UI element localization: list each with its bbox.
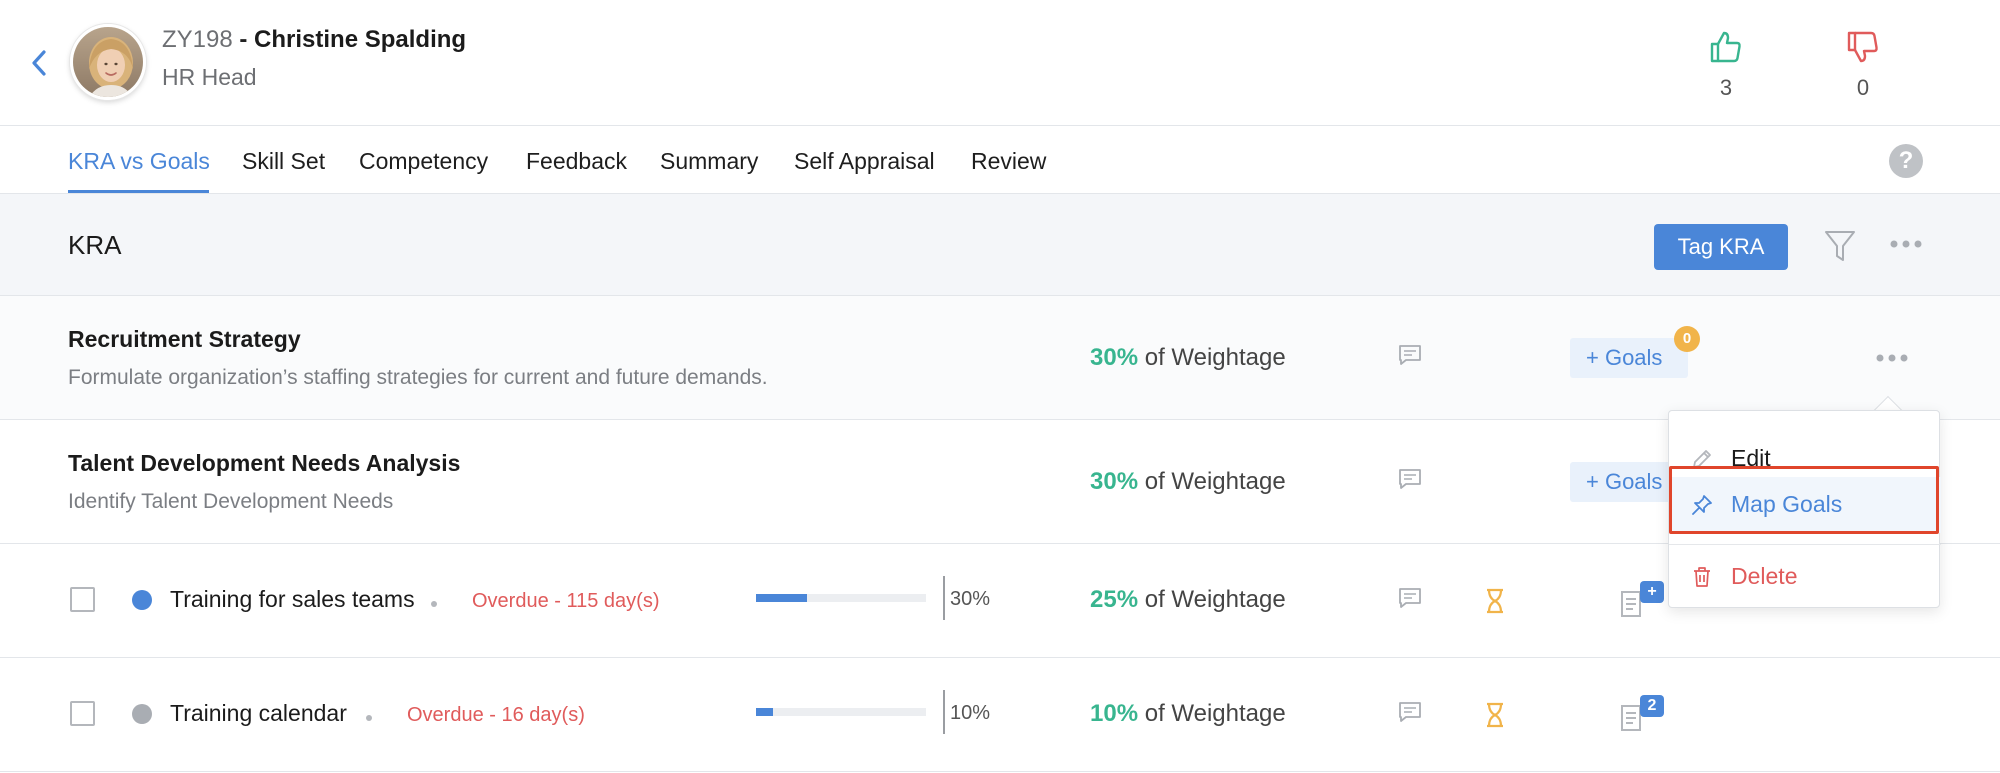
tag-kra-button[interactable]: Tag KRA — [1654, 224, 1788, 270]
comment-icon[interactable] — [1398, 344, 1422, 366]
thumbs-up-icon — [1710, 31, 1741, 63]
menu-divider — [1669, 544, 1941, 545]
progress-divider — [943, 576, 945, 620]
add-goals-button[interactable]: + Goals — [1570, 338, 1688, 378]
hourglass-icon[interactable] — [1484, 702, 1506, 728]
kra-name: Recruitment Strategy — [68, 326, 301, 352]
tab-skill-set[interactable]: Skill Set — [242, 148, 325, 175]
tab-kra-vs-goals[interactable]: KRA vs Goals — [68, 148, 210, 175]
tab-bar: KRA vs Goals Skill Set Competency Feedba… — [0, 126, 2000, 194]
goal-progress-percent: 10% — [950, 702, 991, 724]
back-chevron-icon[interactable] — [28, 48, 50, 78]
overdue-label: Overdue - 16 day(s) — [407, 704, 585, 726]
goal-progress-bar — [756, 594, 926, 602]
goal-weightage: 25% of Weightage — [1090, 586, 1286, 614]
help-icon[interactable]: ? — [1889, 144, 1923, 178]
goal-checkbox[interactable] — [70, 587, 95, 612]
weightage-label: of Weightage — [1138, 344, 1286, 371]
goal-progress-fill — [756, 708, 773, 716]
tab-competency[interactable]: Competency — [359, 148, 488, 175]
employee-title: ZY198 - Christine Spalding — [162, 26, 466, 54]
tab-feedback[interactable]: Feedback — [526, 148, 627, 175]
menu-item-delete[interactable]: Delete — [1669, 549, 1941, 605]
thumbs-down-icon — [1847, 31, 1878, 63]
row-more-options-icon[interactable] — [1874, 350, 1910, 366]
trash-icon — [1694, 567, 1710, 587]
goal-status-dot — [132, 704, 152, 724]
add-document-badge[interactable]: + — [1640, 581, 1664, 603]
menu-label: Map Goals — [1731, 491, 1843, 517]
overdue-label: Overdue - 115 day(s) — [472, 590, 660, 612]
comment-icon[interactable] — [1398, 468, 1422, 490]
comment-icon[interactable] — [1398, 701, 1422, 723]
weightage-label: of Weightage — [1138, 700, 1286, 727]
menu-label: Edit — [1731, 445, 1771, 471]
employee-header: ZY198 - Christine Spalding HR Head 3 0 — [0, 0, 2000, 126]
weightage-percent: 10% — [1090, 700, 1139, 727]
tab-self-appraisal[interactable]: Self Appraisal — [794, 148, 935, 175]
separator-dot — [366, 715, 372, 721]
documents-count-badge[interactable]: 2 — [1640, 695, 1664, 717]
active-tab-indicator — [68, 190, 209, 193]
kra-row: Recruitment Strategy Formulate organizat… — [0, 296, 2000, 420]
weightage-label: of Weightage — [1138, 468, 1286, 495]
progress-divider — [943, 690, 945, 734]
goal-checkbox[interactable] — [70, 701, 95, 726]
like-count: 3 — [1719, 75, 1733, 100]
weightage-percent: 30% — [1090, 344, 1139, 371]
weightage-percent: 30% — [1090, 468, 1139, 495]
goal-progress-bar — [756, 708, 926, 716]
employee-separator: - — [232, 26, 255, 53]
section-title: KRA — [68, 230, 122, 260]
employee-id: ZY198 — [162, 26, 233, 53]
avatar — [70, 24, 146, 100]
kra-toolbar: KRA Tag KRA — [0, 194, 2000, 296]
dislike-count: 0 — [1856, 75, 1870, 100]
menu-label: Delete — [1731, 563, 1798, 589]
menu-item-map-goals[interactable]: Map Goals — [1669, 477, 1941, 533]
employee-role: HR Head — [162, 64, 257, 90]
goal-name[interactable]: Training for sales teams — [170, 586, 415, 613]
like-button[interactable]: 3 — [1696, 30, 1756, 101]
employee-name: Christine Spalding — [254, 26, 467, 53]
pin-icon — [1692, 495, 1712, 515]
more-options-icon[interactable] — [1888, 234, 1924, 254]
goal-row: Training calendar Overdue - 16 day(s) 10… — [0, 658, 2000, 772]
weightage-label: of Weightage — [1138, 586, 1286, 613]
dislike-button[interactable]: 0 — [1833, 30, 1893, 101]
goals-count-badge: 0 — [1674, 326, 1700, 352]
kra-description: Formulate organization’s staffing strate… — [68, 366, 768, 389]
hourglass-icon[interactable] — [1484, 588, 1506, 614]
weightage-percent: 25% — [1090, 586, 1139, 613]
tab-review[interactable]: Review — [971, 148, 1046, 175]
pencil-icon — [1693, 450, 1711, 468]
kra-actions-menu: Edit Map Goals Delete — [1668, 410, 1941, 608]
goal-status-dot — [132, 590, 152, 610]
kra-weightage: 30% of Weightage — [1090, 344, 1286, 372]
kra-weightage: 30% of Weightage — [1090, 468, 1286, 496]
kra-description: Identify Talent Development Needs — [68, 490, 394, 513]
comment-icon[interactable] — [1398, 587, 1422, 609]
separator-dot — [431, 601, 437, 607]
goal-progress-fill — [756, 594, 807, 602]
kra-name: Talent Development Needs Analysis — [68, 450, 461, 476]
goal-weightage: 10% of Weightage — [1090, 700, 1286, 728]
filter-icon[interactable] — [1824, 228, 1856, 264]
goal-progress-percent: 30% — [950, 588, 991, 610]
goal-name[interactable]: Training calendar — [170, 700, 347, 727]
tab-summary[interactable]: Summary — [660, 148, 758, 175]
